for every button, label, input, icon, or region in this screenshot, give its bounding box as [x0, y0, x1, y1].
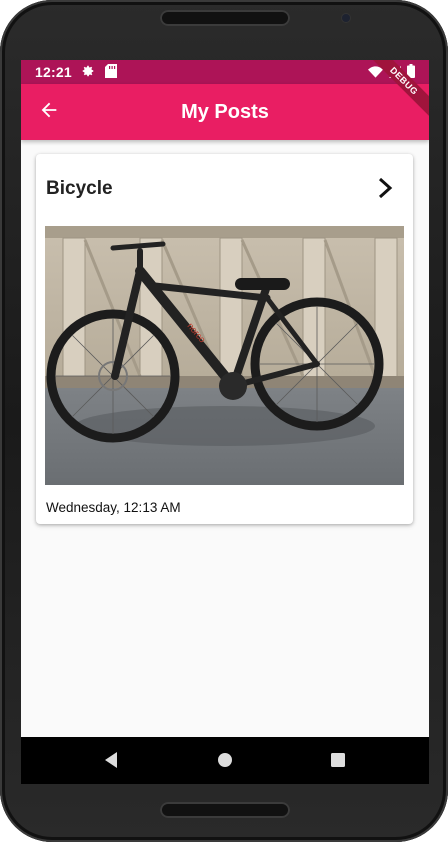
gear-icon — [81, 64, 95, 81]
status-time: 12:21 — [35, 64, 72, 80]
phone-frame: 12:21 My Posts DEBUG Bicycle norco Wedne… — [0, 0, 448, 842]
chevron-right-icon — [375, 177, 395, 204]
post-image: norco — [45, 226, 404, 485]
post-date: Wednesday, 12:13 AM — [46, 500, 181, 515]
home-circle-icon[interactable] — [217, 751, 233, 774]
top-speaker — [160, 10, 290, 26]
bicycle-photo: norco — [45, 226, 404, 485]
post-title: Bicycle — [46, 178, 113, 199]
bottom-speaker — [160, 802, 290, 818]
sd-card-icon — [105, 64, 117, 81]
screen: 12:21 My Posts DEBUG Bicycle norco Wedne… — [21, 60, 429, 784]
front-camera — [342, 14, 350, 22]
back-triangle-icon[interactable] — [103, 751, 119, 774]
open-post-button[interactable] — [371, 176, 399, 204]
status-bar: 12:21 — [21, 60, 429, 84]
post-card[interactable]: Bicycle norco Wednesday, 12:13 AM — [36, 154, 413, 524]
page-title: My Posts — [181, 100, 269, 123]
system-nav-bar — [21, 737, 429, 784]
app-bar: My Posts — [21, 84, 429, 140]
recents-square-icon[interactable] — [330, 751, 346, 774]
